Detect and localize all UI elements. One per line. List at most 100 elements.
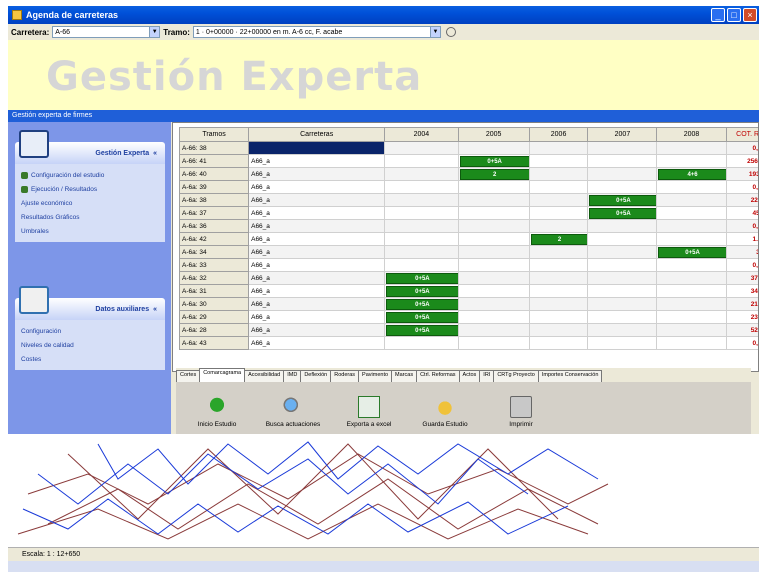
year-cell[interactable]: [457, 232, 530, 246]
table-row[interactable]: A-6a: 39A66_a 0,00 00.: [178, 180, 758, 194]
year-cell[interactable]: [587, 141, 658, 155]
year-cell[interactable]: [528, 219, 589, 233]
year-cell[interactable]: [587, 180, 658, 194]
chevron-down-icon[interactable]: ▼: [429, 27, 440, 37]
task-item[interactable]: Configuración: [21, 324, 159, 338]
year-cell[interactable]: 0+5A: [656, 245, 727, 259]
carretera-cell[interactable]: A66_a: [248, 206, 386, 220]
year-cell[interactable]: [384, 206, 459, 220]
year-cell[interactable]: [457, 245, 530, 259]
carretera-cell[interactable]: A66_a: [248, 167, 386, 181]
year-cell[interactable]: 2: [528, 232, 589, 246]
actuation-badge[interactable]: 0+5A: [589, 194, 656, 206]
year-cell[interactable]: 0+5A: [457, 154, 530, 168]
column-header[interactable]: 2008: [656, 127, 727, 142]
maximize-button[interactable]: □: [727, 8, 741, 22]
tramo-select[interactable]: 1 · 0+00000 · 22+00000 en m. A-6 cc, F. …: [192, 26, 441, 38]
year-cell[interactable]: [528, 310, 589, 324]
tab[interactable]: Deflexión: [300, 370, 332, 382]
year-cell[interactable]: [587, 154, 658, 168]
map-canvas[interactable]: [8, 434, 759, 547]
tab[interactable]: Pavimento: [358, 370, 393, 382]
table-row[interactable]: A-6a: 43A66_a 0,00 25.: [178, 336, 758, 350]
year-cell[interactable]: [587, 219, 658, 233]
year-cell[interactable]: [528, 258, 589, 272]
carretera-cell[interactable]: A66_a: [248, 310, 386, 324]
table-row[interactable]: A-66: 40A66_a 2 4+61933.163: [178, 167, 758, 181]
year-cell[interactable]: [457, 219, 530, 233]
tab[interactable]: Roderas: [330, 370, 360, 382]
tab[interactable]: Marcas: [391, 370, 418, 382]
year-cell[interactable]: [384, 193, 459, 207]
actuation-badge[interactable]: 0+5A: [386, 285, 458, 297]
year-cell[interactable]: 0+5A: [384, 323, 459, 337]
tab[interactable]: Importes Conservación: [537, 370, 603, 382]
year-cell[interactable]: [656, 258, 727, 272]
year-cell[interactable]: [384, 141, 459, 155]
year-cell[interactable]: 4+6: [656, 167, 727, 181]
year-cell[interactable]: 0+5A: [587, 206, 658, 220]
task-item[interactable]: Umbrales: [21, 224, 159, 238]
tab[interactable]: IMD: [283, 370, 302, 382]
tab[interactable]: Accesibilidad: [244, 370, 285, 382]
year-cell[interactable]: [457, 297, 530, 311]
table-row[interactable]: A-6a: 33A66_a 0,00 25.: [178, 258, 758, 272]
task-item[interactable]: Ajuste económico: [21, 196, 159, 210]
tab[interactable]: Comarcagrama: [199, 368, 246, 382]
year-cell[interactable]: 0+5A: [384, 271, 459, 285]
chevron-down-icon[interactable]: ▼: [149, 27, 160, 37]
carretera-cell[interactable]: A66_a: [248, 297, 386, 311]
actuation-badge[interactable]: 0+5A: [658, 246, 726, 258]
table-row[interactable]: A-6a: 28A66_a0+5A 526.24.1: [178, 323, 758, 337]
year-cell[interactable]: [457, 141, 530, 155]
carretera-cell[interactable]: A66_a: [248, 245, 386, 259]
year-cell[interactable]: [457, 193, 530, 207]
column-header[interactable]: Tramos: [178, 127, 250, 142]
save-study-button[interactable]: Guarda Estudio: [414, 396, 476, 428]
year-cell[interactable]: 0+5A: [384, 284, 459, 298]
table-row[interactable]: A-6a: 37A66_a 0+5A 455.360: [178, 206, 758, 220]
group-header[interactable]: Datos auxiliares «: [15, 286, 165, 320]
year-cell[interactable]: [457, 323, 530, 337]
actuation-badge[interactable]: 0+5A: [386, 311, 458, 323]
year-cell[interactable]: [656, 297, 727, 311]
table-row[interactable]: A-6a: 34A66_a 0+5A324.03: [178, 245, 758, 259]
year-cell[interactable]: [528, 180, 589, 194]
year-cell[interactable]: [587, 245, 658, 259]
year-cell[interactable]: [528, 323, 589, 337]
year-cell[interactable]: 0+5A: [587, 193, 658, 207]
year-cell[interactable]: [384, 219, 459, 233]
year-cell[interactable]: [656, 310, 727, 324]
table-row[interactable]: A-6a: 32A66_a0+5A 372.93.5: [178, 271, 758, 285]
year-cell[interactable]: [384, 167, 459, 181]
task-item[interactable]: Resultados Gráficos: [21, 210, 159, 224]
year-cell[interactable]: 2: [457, 167, 530, 181]
year-cell[interactable]: [384, 336, 459, 350]
carretera-cell[interactable]: A66_a: [248, 232, 386, 246]
year-cell[interactable]: [457, 271, 530, 285]
year-cell[interactable]: [528, 336, 589, 350]
year-cell[interactable]: [528, 297, 589, 311]
task-item[interactable]: Costes: [21, 352, 159, 366]
year-cell[interactable]: [656, 323, 727, 337]
table-row[interactable]: A-6a: 29A66_a0+5A 239.65.5: [178, 310, 758, 324]
task-item[interactable]: Ejecución / Resultados: [21, 182, 159, 196]
actuation-badge[interactable]: 2: [459, 168, 529, 180]
task-item[interactable]: Niveles de calidad: [21, 338, 159, 352]
year-cell[interactable]: [656, 336, 727, 350]
year-cell[interactable]: [587, 232, 658, 246]
year-cell[interactable]: [528, 193, 589, 207]
year-cell[interactable]: 0+5A: [384, 310, 459, 324]
column-header[interactable]: 2006: [528, 127, 589, 142]
tab[interactable]: IRI: [479, 370, 495, 382]
year-cell[interactable]: [656, 219, 727, 233]
carretera-cell[interactable]: A66_a: [248, 323, 386, 337]
year-cell[interactable]: [656, 154, 727, 168]
column-header[interactable]: 2004: [384, 127, 459, 142]
year-cell[interactable]: [587, 323, 658, 337]
year-cell[interactable]: [384, 154, 459, 168]
tab[interactable]: Cortes: [176, 370, 201, 382]
carretera-cell[interactable]: A66_a: [248, 219, 386, 233]
year-cell[interactable]: [656, 180, 727, 194]
year-cell[interactable]: [656, 206, 727, 220]
